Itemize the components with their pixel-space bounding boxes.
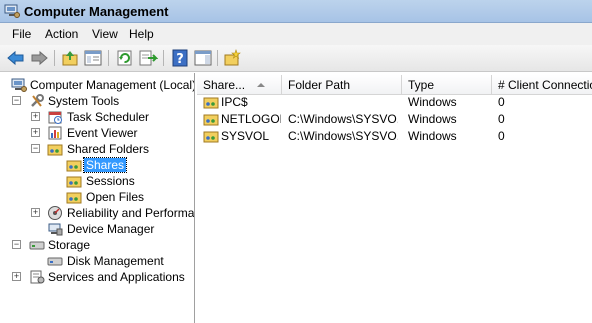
services-apps-icon bbox=[29, 269, 45, 285]
tree-item-shares[interactable]: Shares bbox=[0, 157, 194, 173]
table-row[interactable]: IPC$ Windows 0 bbox=[197, 94, 592, 111]
system-tools-icon bbox=[29, 93, 45, 109]
collapse-icon[interactable]: − bbox=[12, 96, 21, 105]
tree-label: Shares bbox=[82, 157, 128, 173]
tree-item-device-manager[interactable]: Device Manager bbox=[0, 221, 194, 237]
up-folder-icon[interactable] bbox=[60, 49, 80, 67]
tree-label: Device Manager bbox=[67, 222, 155, 236]
task-scheduler-icon bbox=[47, 109, 63, 125]
toolbar-separator bbox=[217, 50, 218, 66]
tree-label: Services and Applications bbox=[48, 270, 185, 284]
collapse-icon[interactable]: − bbox=[31, 144, 40, 153]
svg-text:?: ? bbox=[176, 52, 184, 67]
share-type: Windows bbox=[408, 95, 457, 109]
share-icon bbox=[203, 94, 219, 110]
share-type: Windows bbox=[408, 112, 457, 126]
back-arrow-icon[interactable] bbox=[6, 49, 26, 67]
column-title: Type bbox=[408, 78, 435, 92]
navigation-tree[interactable]: Computer Management (Local) − System Too… bbox=[0, 73, 195, 323]
column-title: Folder Path bbox=[288, 78, 351, 92]
sort-ascending-icon bbox=[257, 83, 265, 87]
tree-label: Sessions bbox=[86, 174, 135, 188]
expand-icon[interactable]: + bbox=[31, 112, 40, 121]
share-icon bbox=[203, 128, 219, 144]
tree-label: Shared Folders bbox=[67, 142, 150, 156]
open-files-icon bbox=[66, 189, 82, 205]
list-header: Share... Folder Path Type # Client Conne… bbox=[197, 75, 592, 95]
column-header-client-connections[interactable]: # Client Connections bbox=[492, 75, 592, 95]
title-bar: Computer Management bbox=[0, 0, 592, 23]
tree-label: Task Scheduler bbox=[67, 110, 150, 124]
event-viewer-icon bbox=[47, 125, 63, 141]
tree-item-services-apps[interactable]: + Services and Applications bbox=[0, 269, 194, 285]
table-row[interactable]: SYSVOL C:\Windows\SYSVO... Windows 0 bbox=[197, 128, 592, 145]
menu-help[interactable]: Help bbox=[129, 27, 154, 41]
computer-management-icon bbox=[4, 4, 20, 18]
action-pane-icon[interactable] bbox=[193, 49, 213, 67]
tree-item-event-viewer[interactable]: + Event Viewer bbox=[0, 125, 194, 141]
tree-item-sessions[interactable]: Sessions bbox=[0, 173, 194, 189]
storage-icon bbox=[29, 237, 45, 253]
tree-item-system-tools[interactable]: − System Tools bbox=[0, 93, 194, 109]
client-connections: 0 bbox=[498, 112, 505, 126]
reliability-icon bbox=[47, 205, 63, 221]
tree-item-root[interactable]: Computer Management (Local) bbox=[0, 77, 195, 93]
tree-label: Reliability and Performance bbox=[67, 206, 195, 220]
device-manager-icon bbox=[47, 221, 63, 237]
new-share-icon[interactable] bbox=[222, 49, 242, 67]
tree-label: Computer Management (Local) bbox=[30, 78, 195, 92]
forward-arrow-icon[interactable] bbox=[29, 49, 49, 67]
expand-icon[interactable]: + bbox=[31, 128, 40, 137]
shares-list[interactable]: Share... Folder Path Type # Client Conne… bbox=[197, 73, 592, 323]
column-title: Share... bbox=[203, 78, 246, 92]
column-header-type[interactable]: Type bbox=[402, 75, 492, 95]
tree-item-open-files[interactable]: Open Files bbox=[0, 189, 194, 205]
menu-action[interactable]: Action bbox=[45, 27, 78, 41]
client-connections: 0 bbox=[498, 95, 505, 109]
tree-item-storage[interactable]: − Storage bbox=[0, 237, 194, 253]
column-header-share-name[interactable]: Share... bbox=[197, 75, 282, 95]
tree-item-disk-management[interactable]: Disk Management bbox=[0, 253, 194, 269]
tree-item-shared-folders[interactable]: − Shared Folders bbox=[0, 141, 194, 157]
tree-label: Open Files bbox=[86, 190, 145, 204]
disk-management-icon bbox=[47, 253, 63, 269]
expand-icon[interactable]: + bbox=[31, 208, 40, 217]
client-connections: 0 bbox=[498, 129, 505, 143]
tree-item-task-scheduler[interactable]: + Task Scheduler bbox=[0, 109, 194, 125]
share-name: NETLOGON bbox=[221, 112, 281, 126]
column-header-folder-path[interactable]: Folder Path bbox=[282, 75, 402, 95]
toolbar: ? bbox=[0, 45, 592, 72]
shared-folders-icon bbox=[47, 141, 63, 157]
share-name: IPC$ bbox=[221, 95, 248, 109]
toolbar-separator bbox=[108, 50, 109, 66]
refresh-icon[interactable] bbox=[115, 49, 135, 67]
folder-path: C:\Windows\SYSVO... bbox=[288, 129, 398, 143]
show-hide-tree-icon[interactable] bbox=[83, 49, 103, 67]
tree-label: Storage bbox=[48, 238, 91, 252]
window-title: Computer Management bbox=[24, 4, 169, 19]
toolbar-separator bbox=[163, 50, 164, 66]
tree-item-reliability[interactable]: + Reliability and Performance bbox=[0, 205, 195, 221]
share-name: SYSVOL bbox=[221, 129, 270, 143]
tree-label: System Tools bbox=[48, 94, 120, 108]
tree-label: Disk Management bbox=[67, 254, 164, 268]
share-type: Windows bbox=[408, 129, 457, 143]
export-list-icon[interactable] bbox=[138, 49, 159, 67]
shares-icon bbox=[66, 157, 82, 173]
share-icon bbox=[203, 111, 219, 127]
toolbar-separator bbox=[54, 50, 55, 66]
folder-path: C:\Windows\SYSVO... bbox=[288, 112, 398, 126]
tree-label: Event Viewer bbox=[67, 126, 138, 140]
menu-bar: File Action View Help bbox=[0, 23, 592, 45]
help-icon[interactable]: ? bbox=[170, 49, 190, 67]
column-title: # Client Connections bbox=[498, 78, 592, 92]
menu-view[interactable]: View bbox=[92, 27, 118, 41]
collapse-icon[interactable]: − bbox=[12, 240, 21, 249]
sessions-icon bbox=[66, 173, 82, 189]
computer-management-icon bbox=[11, 77, 27, 93]
expand-icon[interactable]: + bbox=[12, 272, 21, 281]
menu-file[interactable]: File bbox=[12, 27, 31, 41]
table-row[interactable]: NETLOGON C:\Windows\SYSVO... Windows 0 bbox=[197, 111, 592, 128]
